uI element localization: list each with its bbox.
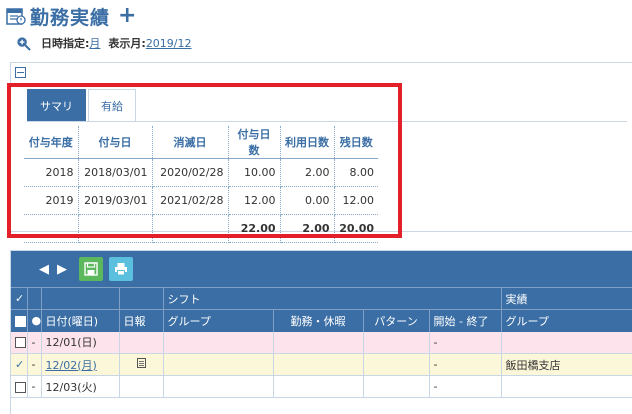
save-button[interactable] [79,257,103,281]
table-row: 2019 2019/03/01 2021/02/28 12.00 0.00 12… [24,186,378,215]
col-shift-group[interactable]: グループ [163,309,274,332]
grid-toolbar: ◀ ▶ [11,251,632,287]
col-work-leave[interactable]: 勤務・休暇 [273,309,364,332]
next-arrow-icon[interactable]: ▶ [57,262,67,277]
col-granted-days: 付与日数 [228,126,281,159]
summary-tabs: サマリ 有給 [27,89,138,121]
shift-group-header: シフト [163,287,502,310]
row-group [163,331,274,354]
col-pattern[interactable]: パターン [363,309,430,332]
floppy-disk-icon [84,262,98,276]
row-time: - [429,353,502,376]
prev-arrow-icon[interactable]: ◀ [39,262,49,277]
col-grant-year: 付与年度 [24,126,79,159]
cell: 12.00 [334,186,378,215]
cell [24,214,79,243]
date-spec-label: 日時指定: [41,37,90,50]
row-actual-group [501,375,632,398]
row-work [273,331,364,354]
col-used-days: 利用日数 [280,126,335,159]
cell: 8.00 [334,158,378,187]
row-checkbox[interactable]: ✓ [11,353,28,376]
row-report[interactable] [119,353,164,376]
collapse-icon[interactable] [15,67,26,78]
cell: 2020/02/28 [152,158,229,187]
cell: 2.00 [280,158,335,187]
cell: 2019 [24,186,79,215]
check-all-header[interactable]: ✓ [11,287,28,310]
col-daily-report[interactable]: 日報 [119,309,164,332]
cell [78,214,153,243]
row-time: - [429,375,502,398]
row-checkbox[interactable] [11,331,28,354]
tab-summary[interactable]: サマリ [27,89,86,121]
print-button[interactable] [109,257,133,281]
actual-group-header: 実績 [501,287,632,310]
tab-paid-leave[interactable]: 有給 [88,89,136,121]
table-total-row: 22.00 2.00 20.00 [24,214,378,243]
row-date: 12/01(日) [41,331,120,354]
total-granted: 22.00 [228,214,281,243]
attendance-table: ✓ シフト 実績 ● 日付(曜日) 日報 グループ 勤務・休暇 パターン 開始 … [11,287,632,398]
col-grant-date: 付与日 [78,126,153,159]
row-pattern [363,353,430,376]
row-work [273,375,364,398]
row-time: - [429,331,502,354]
paid-leave-table: 付与年度 付与日 消滅日 付与日数 利用日数 残日数 2018 2018/03/… [24,126,378,243]
row-group [163,375,274,398]
column-header-row: ● 日付(曜日) 日報 グループ 勤務・休暇 パターン 開始 - 終了 グループ [11,309,632,332]
row-pattern [363,331,430,354]
page-header: 勤務実績 + [6,4,136,29]
cell: 2019/03/01 [78,186,153,215]
cell: 2018/03/01 [78,158,153,187]
select-all-checkbox[interactable] [11,309,28,332]
row-flag: - [27,353,42,376]
document-icon[interactable] [136,358,146,368]
add-button[interactable]: + [118,5,136,27]
row-checkbox[interactable] [11,375,28,398]
printer-icon [115,263,127,276]
display-month-label: 表示月: [108,37,146,50]
cell: 2018 [24,158,79,187]
row-report [119,375,164,398]
cell: 2021/02/28 [152,186,229,215]
row-actual-group: 飯田橋支店 [501,353,632,376]
cell: 0.00 [280,186,335,215]
cell [152,214,229,243]
calendar-list-icon [6,8,26,25]
col-remaining-days: 残日数 [334,126,378,159]
total-used: 2.00 [280,214,335,243]
row-date: 12/03(火) [41,375,120,398]
table-row: - 12/01(日) - [11,331,632,354]
tab-body [27,121,627,122]
row-group [163,353,274,376]
row-report [119,331,164,354]
row-actual-group [501,331,632,354]
row-work [273,353,364,376]
row-date-link[interactable]: 12/02(月) [41,353,120,376]
row-flag: - [27,375,42,398]
row-flag: - [27,331,42,354]
display-month-link[interactable]: 2019/12 [146,37,192,50]
col-date[interactable]: 日付(曜日) [41,309,120,332]
date-spec-link[interactable]: 月 [89,35,100,51]
table-row: 2018 2018/03/01 2020/02/28 10.00 2.00 8.… [24,158,378,187]
col-actual-group[interactable]: グループ [501,309,632,332]
cell: 12.00 [228,186,281,215]
table-row: ✓ - 12/02(月) - 飯田橋支店 [11,353,632,376]
users-icon: ● [27,309,42,332]
group-header-row: ✓ シフト 実績 [11,287,632,310]
page-title: 勤務実績 [30,6,111,29]
col-start-end[interactable]: 開始 - 終了 [429,309,502,332]
total-remaining: 20.00 [334,214,378,243]
zoom-in-icon[interactable] [16,36,31,51]
col-expire-date: 消滅日 [152,126,229,159]
attendance-grid: ◀ ▶ ✓ シフト 実績 ● 日付(曜日) 日報 グループ 勤務・休暇 パターン… [10,250,632,414]
cell: 10.00 [228,158,281,187]
table-header-row: 付与年度 付与日 消滅日 付与日数 利用日数 残日数 [24,126,378,159]
row-pattern [363,375,430,398]
filter-bar: 日時指定: 月 表示月: 2019/12 [16,35,200,51]
table-row: - 12/03(火) - [11,375,632,398]
